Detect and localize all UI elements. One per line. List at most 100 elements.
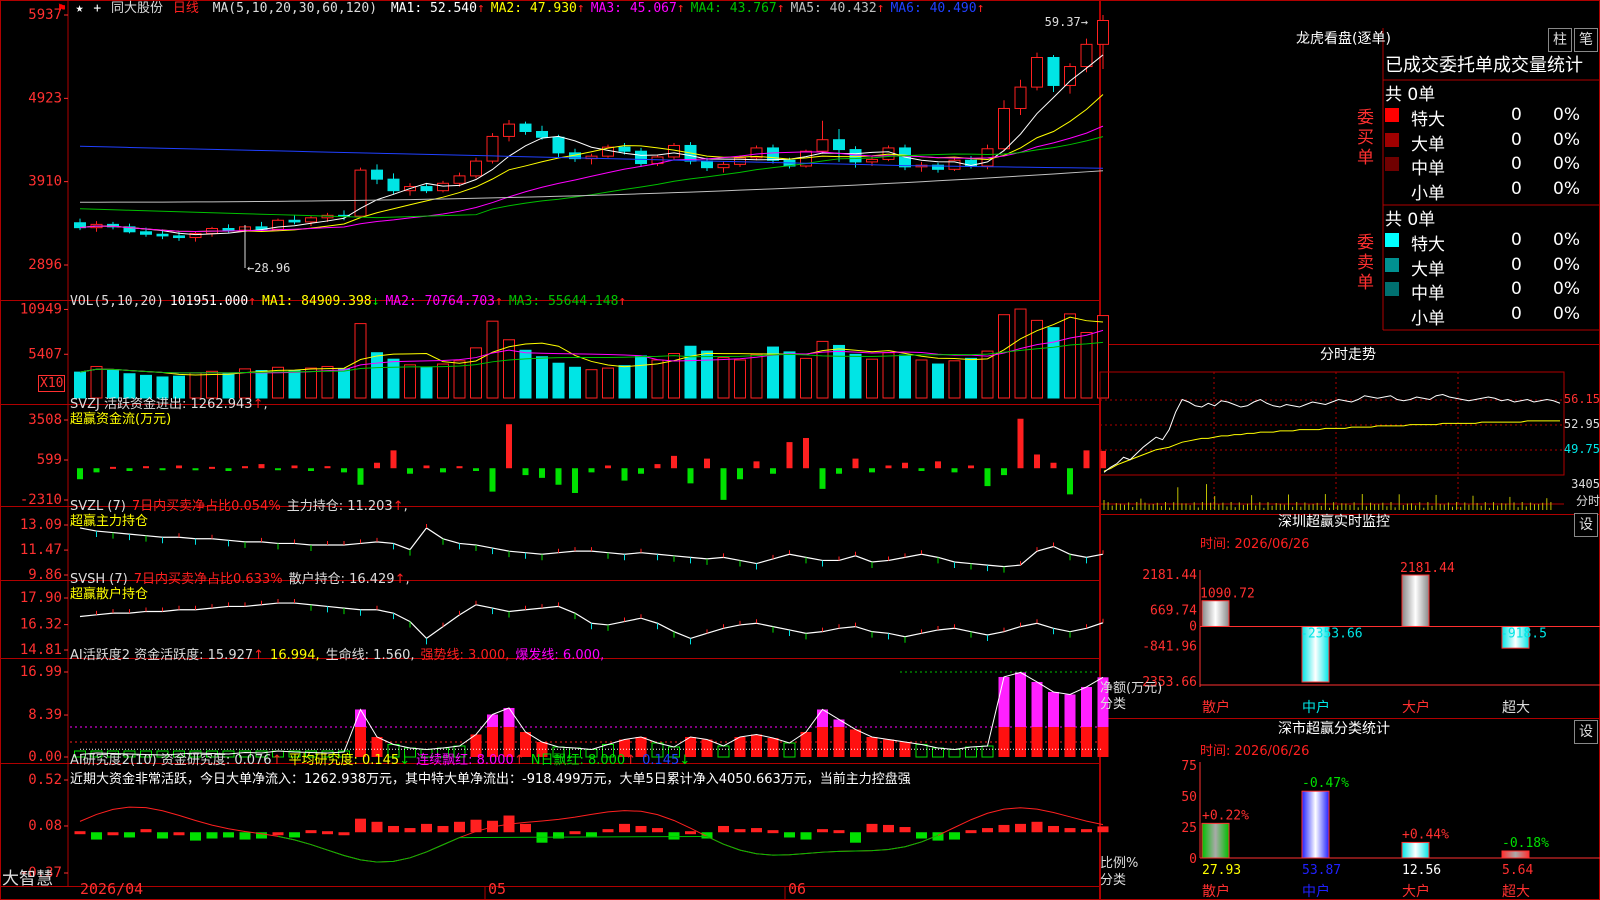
classify-category: 中户 <box>1302 883 1330 900</box>
monitor-chart[interactable]: 2181.44669.740-841.96-2353.661090.72散户-2… <box>1134 561 1600 716</box>
app-brand[interactable]: 大智慧 <box>2 868 53 890</box>
classify-chart[interactable]: 75 50 25 0 +0.22% 27.93 散户 -0.47% 53.87 中户 +0.44% 1… <box>1181 759 1600 900</box>
tick-mode-button[interactable]: 笔 <box>1574 28 1598 52</box>
candle-body <box>354 169 367 217</box>
candle-body <box>552 136 565 154</box>
sell-swatch <box>1385 257 1399 272</box>
price-chart[interactable]: 59.37→ ←28.96 <box>74 15 1109 275</box>
buy-row-count: 0 <box>1511 129 1522 150</box>
star-icon[interactable]: ★ <box>76 1 84 16</box>
svsh-chart[interactable] <box>79 599 1104 645</box>
research-bar <box>883 824 894 833</box>
flow-bar <box>588 468 595 473</box>
monitor-bar <box>1401 574 1430 627</box>
research-bar <box>916 832 927 839</box>
svzl-chart[interactable] <box>79 523 1104 573</box>
vol-header-item-0: VOL(5,10,20) <box>70 294 164 309</box>
flow-bar <box>654 464 661 469</box>
research-bar <box>91 832 102 840</box>
svsh-header: SVSH (7) 7日内买卖净占比0.633% 散户持仓: 16.429↑, <box>70 572 410 587</box>
classify-settings-button[interactable]: 设 <box>1574 720 1598 744</box>
flow-bar <box>440 468 446 473</box>
candle-body <box>536 130 548 138</box>
activity-bar-top <box>487 714 498 727</box>
research-bar <box>421 823 432 833</box>
flow-bar <box>621 468 628 481</box>
buy-row-name: 中单 <box>1411 159 1445 179</box>
classify-unit: 比例% <box>1100 856 1139 871</box>
research-bar <box>371 821 383 833</box>
period-label[interactable]: 日线 <box>173 1 199 16</box>
research-bar <box>569 831 581 835</box>
svsh-y-tick: 17.90 <box>20 590 62 606</box>
research-bar <box>949 832 960 840</box>
volume-chart[interactable] <box>74 308 1109 399</box>
sell-swatch <box>1385 306 1399 321</box>
research-bar <box>751 828 762 833</box>
ai-activity-chart[interactable] <box>70 671 1109 758</box>
sell-row-count: 0 <box>1511 303 1522 324</box>
stock-name[interactable]: 同大股份 <box>111 1 163 16</box>
vol-header-item-3: MA2: 70764.703 <box>385 294 496 309</box>
candle-body <box>371 169 383 180</box>
volume-bar <box>107 369 119 399</box>
intraday-chart[interactable]: 56.15 52.95 49.75 3405 分时 <box>1099 371 1600 512</box>
intraday-avg-line <box>1103 420 1560 472</box>
ai2-header-item-2-arrow: ↑ <box>513 753 525 768</box>
classify-value: 53.87 <box>1302 863 1341 878</box>
activity-bar <box>1031 726 1043 757</box>
svzl-y-tick: 9.86 <box>28 567 62 583</box>
ai-research-chart[interactable] <box>74 806 1109 863</box>
sell-row-pct: 0% <box>1553 303 1580 324</box>
ai1-y-tick: 8.39 <box>28 707 62 723</box>
candle-body <box>849 149 862 163</box>
activity-bar <box>701 739 713 757</box>
x-tick: 06 <box>788 880 806 898</box>
ma-value-3-arrow: ↑ <box>676 1 685 16</box>
ma-values: MA1: 52.540↑ MA2: 47.930↑ MA3: 45.067↑ MA4:… <box>391 1 991 16</box>
candle-body <box>866 158 878 163</box>
research-bar <box>784 832 795 838</box>
activity-bar <box>817 726 828 757</box>
buy-row-name: 特大 <box>1411 110 1445 130</box>
flow-bar <box>935 461 941 469</box>
flow-bar <box>786 442 793 469</box>
buy-row-name: 大单 <box>1411 134 1445 155</box>
svzj-chart[interactable] <box>77 418 1106 500</box>
activity-bar <box>1048 726 1059 757</box>
monitor-bar-label: 1090.72 <box>1200 587 1255 602</box>
svzj-y-tick: -2310 <box>20 492 62 508</box>
flow-bar <box>192 468 199 471</box>
sell-row-count: 0 <box>1511 279 1522 299</box>
classify-pct: -0.47% <box>1302 776 1349 791</box>
bar-mode-button[interactable]: 柱 <box>1548 28 1572 52</box>
monitor-settings-button[interactable]: 设 <box>1574 513 1598 537</box>
classify-bar <box>1201 822 1230 859</box>
classify-category: 超大 <box>1502 884 1530 900</box>
candle-body <box>305 217 317 223</box>
volume-bar <box>420 366 433 399</box>
research-bar <box>272 832 284 836</box>
ma-value-3: MA3: 45.067 <box>590 1 677 16</box>
flow-bar <box>225 468 232 471</box>
buy-swatch <box>1385 157 1399 171</box>
intraday-price-line <box>1103 393 1561 473</box>
flow-bar <box>753 461 760 469</box>
classify-pct: +0.44% <box>1402 827 1449 842</box>
activity-bar <box>981 745 994 758</box>
volume-bar <box>569 366 581 399</box>
volume-bar <box>404 364 416 399</box>
candle-body <box>503 123 515 137</box>
research-bar <box>1031 821 1043 833</box>
ai2-header-item-4: 0.145 <box>642 753 680 768</box>
ma-value-6: MA6: 40.490 <box>890 1 977 16</box>
volume-bar <box>750 353 763 399</box>
ai1-header-item-0-arrow: ↑ <box>253 648 265 663</box>
research-bar <box>520 823 531 833</box>
candle-body <box>618 146 631 152</box>
buy-row-pct: 0% <box>1553 154 1580 174</box>
volume-bar <box>354 323 367 399</box>
research-bar <box>982 828 993 833</box>
plus-icon[interactable]: + <box>93 1 101 16</box>
x-tick: 2026/04 <box>80 880 143 898</box>
